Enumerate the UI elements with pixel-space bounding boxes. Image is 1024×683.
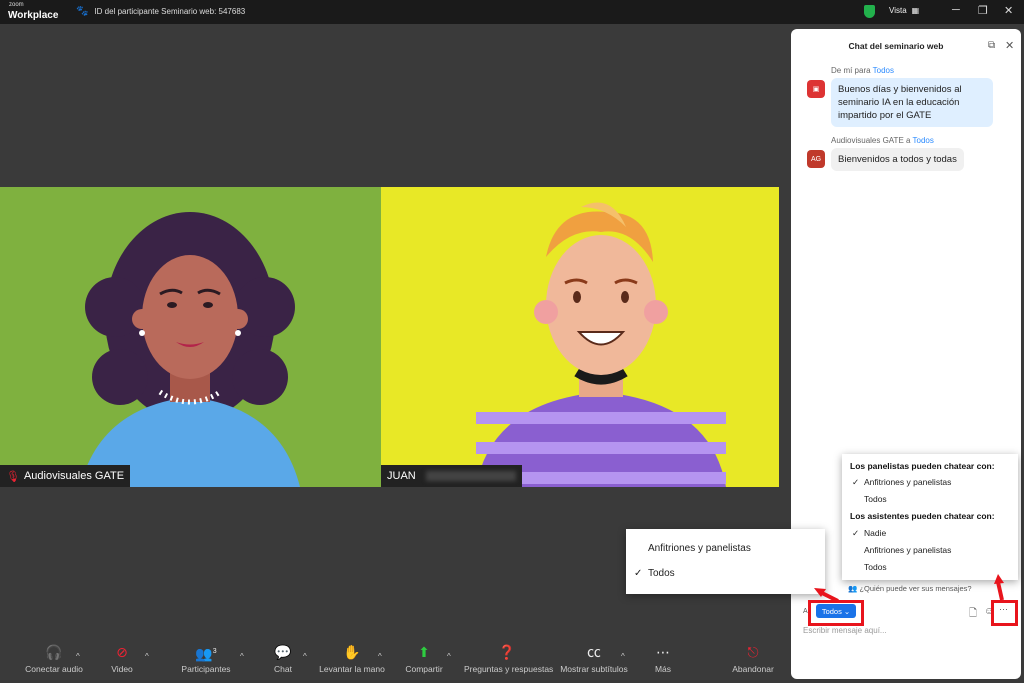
grid-icon: ▦ — [911, 6, 920, 15]
more-button[interactable]: ⋯ Más — [648, 640, 678, 674]
avatar-illustration-woman — [80, 212, 300, 487]
participant-name-tag: 🎙 Audiovisuales GATE — [0, 465, 131, 487]
video-off-icon: ⊘ — [116, 644, 128, 660]
message-to[interactable]: Todos — [913, 136, 934, 145]
video-tile-right[interactable]: JUAN — [381, 187, 779, 487]
file-icon[interactable]: 🗋 — [969, 606, 977, 623]
people-icon: 👥 — [848, 584, 858, 593]
message-meta: Audiovisuales GATE a Todos — [831, 136, 934, 145]
chevron-up-icon[interactable]: ^ — [76, 652, 80, 661]
highlight-box — [991, 600, 1018, 626]
annotation-arrow — [814, 588, 839, 603]
participant-name: Audiovisuales GATE — [23, 470, 125, 482]
share-icon: ⬆ — [418, 644, 430, 660]
participants-label: Participantes — [181, 664, 231, 674]
participant-name: JUAN — [387, 470, 416, 482]
message-input[interactable]: Escribir mensaje aquí... — [803, 626, 887, 635]
zoom-avatar-icon: ▣ — [807, 80, 825, 98]
close-icon[interactable]: ✕ — [1005, 39, 1014, 52]
people-icon: 👥3 — [195, 645, 217, 662]
attendees-option-all[interactable]: Todos — [864, 562, 887, 572]
attendees-header: Los asistentes pueden chatear con: — [850, 511, 995, 521]
chevron-up-icon[interactable]: ^ — [621, 652, 625, 661]
share-button[interactable]: ⬆ Compartir — [402, 640, 446, 674]
qa-label: Preguntas y respuestas — [464, 664, 554, 674]
leave-icon: ⎋ — [747, 644, 759, 660]
chat-panel-title: Chat del seminario web — [848, 41, 944, 51]
who-can-see-link[interactable]: 👥 ¿Quién puede ver sus mensajes? — [848, 584, 972, 593]
attendees-option-none[interactable]: Nadie — [864, 528, 886, 538]
chat-label: Chat — [274, 664, 292, 674]
popout-icon[interactable]: ⧉ — [988, 40, 995, 51]
chat-button[interactable]: 💬 Chat — [268, 640, 298, 674]
participants-count: 3 — [212, 648, 217, 655]
minimize-icon[interactable]: ─ — [952, 4, 960, 16]
chevron-up-icon[interactable]: ^ — [145, 652, 149, 661]
video-label: Video — [111, 664, 133, 674]
recipient-menu: Anfitriones y panelistas ✓ Todos — [626, 529, 825, 594]
qa-button[interactable]: ❓ Preguntas y respuestas — [464, 640, 554, 674]
raise-hand-label: Levantar la mano — [319, 664, 385, 674]
check-icon: ✓ — [852, 477, 860, 487]
audio-label: Conectar audio — [25, 664, 83, 674]
meeting-id-text: ID del participante Seminario web: 54768… — [94, 7, 246, 16]
zoom-logo-small: zoom — [9, 2, 24, 8]
title-bar: zoom Workplace 🐾 ID del participante Sem… — [0, 0, 1024, 24]
recipient-option-all[interactable]: Todos — [648, 568, 675, 579]
zoom-logo: Workplace — [8, 10, 59, 21]
chevron-up-icon[interactable]: ^ — [240, 652, 244, 661]
panelists-option-hosts[interactable]: Anfitriones y panelistas — [864, 477, 951, 487]
window-close-icon[interactable]: ✕ — [1004, 4, 1013, 17]
subtitles-label: Mostrar subtítulos — [560, 664, 628, 674]
paw-icon: 🐾 — [76, 6, 89, 17]
mic-muted-icon: 🎙 — [6, 470, 20, 483]
participant-name-tag: JUAN — [381, 465, 522, 487]
check-icon: ✓ — [852, 528, 860, 538]
meeting-toolbar: 🎧 Conectar audio ^ ⊘ Video ^ 👥3 Particip… — [0, 640, 790, 683]
video-tile-left[interactable]: 🎙 Audiovisuales GATE — [0, 187, 381, 487]
message-to[interactable]: Todos — [873, 66, 894, 75]
annotation-arrow — [994, 574, 1004, 601]
who-sees-text: ¿Quién puede ver sus mensajes? — [859, 584, 972, 593]
restore-icon[interactable]: ❐ — [978, 4, 988, 17]
hand-icon: ✋ — [343, 644, 361, 660]
view-label: Vista — [889, 6, 907, 15]
chat-permissions-menu: Los panelistas pueden chatear con: ✓ Anf… — [842, 454, 1018, 580]
panelists-option-all[interactable]: Todos — [864, 494, 887, 504]
more-label: Más — [654, 664, 672, 674]
chat-message-bubble[interactable]: Bienvenidos a todos y todas — [831, 148, 964, 171]
raise-hand-button[interactable]: ✋ Levantar la mano — [318, 640, 386, 674]
attendees-option-hosts[interactable]: Anfitriones y panelistas — [864, 545, 951, 555]
avatar: AG — [807, 150, 825, 168]
more-icon: ⋯ — [656, 644, 670, 660]
subtitles-button[interactable]: ㏄ Mostrar subtítulos — [560, 640, 628, 674]
video-button[interactable]: ⊘ Video — [104, 640, 140, 674]
meeting-info[interactable]: 🐾 ID del participante Seminario web: 547… — [76, 6, 245, 17]
security-shield-icon[interactable] — [864, 5, 875, 18]
chevron-up-icon[interactable]: ^ — [303, 652, 307, 661]
chat-bubble-icon: 💬 — [274, 644, 292, 660]
chat-message-bubble[interactable]: Buenos días y bienvenidos al seminario I… — [831, 78, 993, 127]
participants-button[interactable]: 👥3 Participantes — [178, 640, 234, 674]
cc-icon: ㏄ — [587, 644, 601, 660]
chevron-up-icon[interactable]: ^ — [378, 652, 382, 661]
leave-button[interactable]: ⎋ Abandonar — [730, 640, 776, 674]
share-label: Compartir — [405, 664, 443, 674]
avatar-illustration-man — [476, 202, 726, 487]
check-icon: ✓ — [634, 568, 643, 579]
recipient-option-hosts[interactable]: Anfitriones y panelistas — [648, 543, 751, 554]
message-from: De mí para — [831, 66, 871, 75]
message-from: Audiovisuales GATE a — [831, 136, 911, 145]
question-icon: ❓ — [498, 644, 516, 660]
message-meta: De mí para Todos — [831, 66, 894, 75]
chat-panel: Chat del seminario web ⧉ ✕ ▣ De mí para … — [791, 29, 1021, 679]
panelists-header: Los panelistas pueden chatear con: — [850, 461, 995, 471]
chevron-up-icon[interactable]: ^ — [447, 652, 451, 661]
view-button[interactable]: Vista ▦ — [889, 6, 919, 15]
leave-label: Abandonar — [732, 664, 774, 674]
